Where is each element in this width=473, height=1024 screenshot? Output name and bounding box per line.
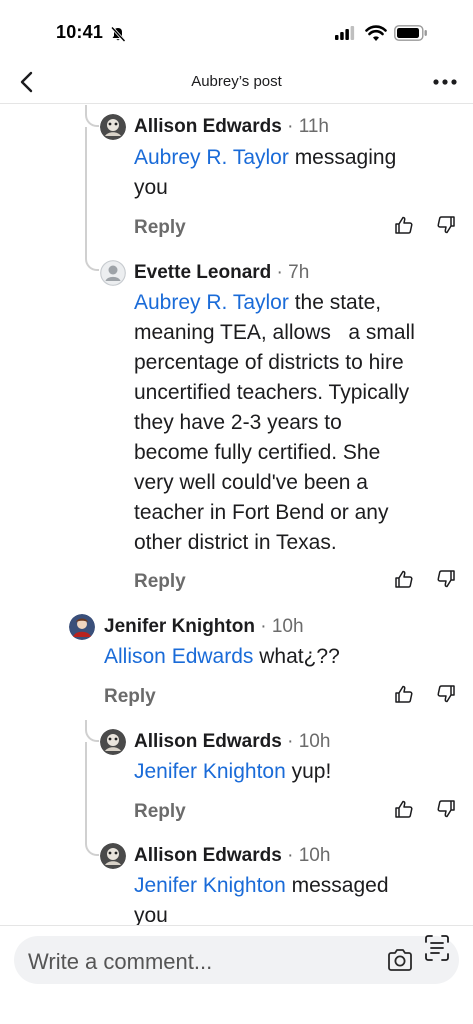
comment-time: · 10h bbox=[254, 616, 304, 637]
reply-button[interactable]: Reply bbox=[134, 571, 186, 593]
bell-off-icon bbox=[110, 26, 126, 42]
thread-line bbox=[85, 834, 99, 856]
thumbs-up-icon[interactable] bbox=[394, 799, 414, 819]
thread-line bbox=[85, 742, 87, 834]
comment-time: · 11h bbox=[281, 116, 329, 137]
author-name[interactable]: Jenifer Knighton bbox=[104, 616, 255, 637]
more-options-icon[interactable] bbox=[432, 78, 458, 86]
mention-link[interactable]: Aubrey R. Taylor bbox=[134, 291, 289, 314]
mention-link[interactable]: Allison Edwards bbox=[104, 645, 253, 668]
comment-input[interactable] bbox=[28, 949, 378, 975]
comment-body: Aubrey R. Taylor the state, meaning TEA,… bbox=[134, 291, 415, 554]
wifi-icon bbox=[365, 25, 387, 41]
author-name[interactable]: Evette Leonard bbox=[134, 262, 271, 283]
thumbs-down-icon[interactable] bbox=[436, 569, 456, 589]
navigation-bar: Aubrey’s post bbox=[0, 60, 473, 104]
comment-time: · 10h bbox=[281, 731, 331, 752]
comment-body: Allison Edwards what¿?? bbox=[104, 645, 340, 668]
thumbs-down-icon[interactable] bbox=[436, 799, 456, 819]
page-title: Aubrey’s post bbox=[191, 73, 282, 90]
camera-icon[interactable] bbox=[386, 948, 414, 972]
thread-line bbox=[85, 105, 99, 127]
thumbs-up-icon[interactable] bbox=[394, 215, 414, 235]
author-name[interactable]: Allison Edwards bbox=[134, 845, 282, 866]
avatar[interactable] bbox=[100, 114, 126, 140]
comment-body: Jenifer Knighton messaged you bbox=[134, 874, 389, 927]
comment-composer-bar bbox=[0, 925, 473, 1024]
thumbs-up-icon[interactable] bbox=[394, 684, 414, 704]
reply-button[interactable]: Reply bbox=[134, 217, 186, 239]
thread-line bbox=[85, 127, 87, 251]
comment-body: Jenifer Knighton yup! bbox=[134, 760, 332, 783]
mention-link[interactable]: Aubrey R. Taylor bbox=[134, 146, 289, 169]
avatar[interactable] bbox=[100, 729, 126, 755]
status-bar: 10:41 bbox=[0, 0, 473, 60]
status-time: 10:41 bbox=[56, 22, 104, 42]
thumbs-up-icon[interactable] bbox=[394, 569, 414, 589]
avatar[interactable] bbox=[69, 614, 95, 640]
text-scan-icon[interactable] bbox=[424, 934, 450, 962]
thread-line bbox=[85, 720, 99, 742]
comment-time: · 7h bbox=[271, 262, 310, 283]
thumbs-down-icon[interactable] bbox=[436, 215, 456, 235]
thread-line bbox=[85, 251, 99, 271]
reply-button[interactable]: Reply bbox=[104, 686, 156, 708]
comment-time: · 10h bbox=[281, 845, 331, 866]
cellular-signal-icon bbox=[335, 26, 355, 40]
comment-composer bbox=[14, 936, 459, 984]
mention-link[interactable]: Jenifer Knighton bbox=[134, 874, 286, 897]
author-name[interactable]: Allison Edwards bbox=[134, 116, 282, 137]
comment-body: Aubrey R. Taylor messaging you bbox=[134, 146, 397, 199]
avatar[interactable] bbox=[100, 260, 126, 286]
reply-button[interactable]: Reply bbox=[134, 801, 186, 823]
battery-icon bbox=[394, 25, 427, 41]
thumbs-down-icon[interactable] bbox=[436, 684, 456, 704]
mention-link[interactable]: Jenifer Knighton bbox=[134, 760, 286, 783]
avatar[interactable] bbox=[100, 843, 126, 869]
author-name[interactable]: Allison Edwards bbox=[134, 731, 282, 752]
